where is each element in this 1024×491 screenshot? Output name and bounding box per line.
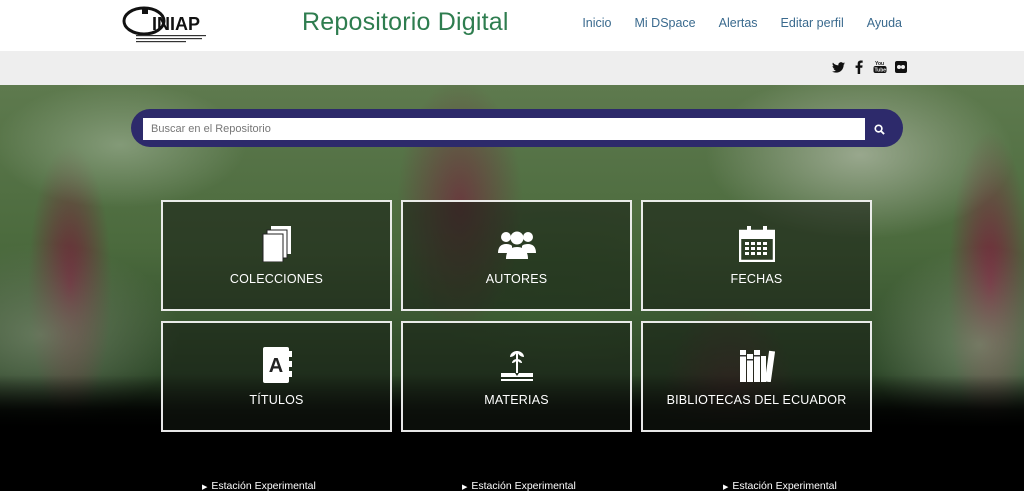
svg-text:A: A [268,355,282,377]
footer-link-label: Estación Experimental [211,480,316,491]
tile-label: MATERIAS [484,393,549,407]
tile-label: BIBLIOTECAS DEL ECUADOR [666,393,847,407]
search-bar [131,109,903,147]
tile-autores[interactable]: AUTORES [401,200,632,311]
nav-inicio[interactable]: Inicio [582,16,611,30]
triangle-right-icon: ▶ [202,484,208,491]
tile-label: FECHAS [730,272,783,286]
footer-link-estacion-1[interactable]: ▶ Estación Experimental [202,480,316,491]
svg-text:Tube: Tube [875,68,887,74]
footer-link-label: Estación Experimental [732,480,837,491]
tile-label: COLECCIONES [229,272,324,286]
twitter-icon[interactable] [831,60,845,74]
nav-editar-perfil[interactable]: Editar perfil [781,16,844,30]
library-books-icon [737,345,777,385]
facebook-icon[interactable] [852,60,866,74]
nav-alertas[interactable]: Alertas [719,16,758,30]
plant-book-icon [497,345,537,385]
youtube-icon[interactable]: You Tube [873,60,887,74]
documents-icon [257,224,297,264]
tile-titulos[interactable]: A TÍTULOS [161,321,392,432]
nav-ayuda[interactable]: Ayuda [867,16,902,30]
search-icon [873,123,885,135]
triangle-right-icon: ▶ [723,484,729,491]
search-input[interactable] [143,118,865,140]
calendar-icon [737,224,777,264]
flickr-icon[interactable] [894,60,908,74]
main-nav: Inicio Mi DSpace Alertas Editar perfil A… [582,16,902,30]
tile-label: AUTORES [485,272,548,286]
tile-label: TÍTULOS [249,393,304,407]
tile-bibliotecas[interactable]: BIBLIOTECAS DEL ECUADOR [641,321,872,432]
address-book-icon: A [257,345,297,385]
tile-fechas[interactable]: FECHAS [641,200,872,311]
search-button[interactable] [865,118,893,140]
footer-link-estacion-3[interactable]: ▶ Estación Experimental [723,480,837,491]
svg-text:INIAP: INIAP [152,14,200,34]
footer-link-label: Estación Experimental [471,480,576,491]
triangle-right-icon: ▶ [462,484,468,491]
footer-link-estacion-2[interactable]: ▶ Estación Experimental [462,480,576,491]
nav-mi-dspace[interactable]: Mi DSpace [635,16,696,30]
social-bar: You Tube [0,51,1024,85]
users-icon [497,224,537,264]
iniap-logo[interactable]: INIAP [122,4,208,45]
tile-colecciones[interactable]: COLECCIONES [161,200,392,311]
site-title[interactable]: Repositorio Digital [302,8,509,37]
social-links: You Tube [831,60,908,74]
hero-banner: COLECCIONES AUTORES [0,85,1024,491]
tile-materias[interactable]: MATERIAS [401,321,632,432]
site-header: INIAP Repositorio Digital Inicio Mi DSpa… [0,0,1024,51]
